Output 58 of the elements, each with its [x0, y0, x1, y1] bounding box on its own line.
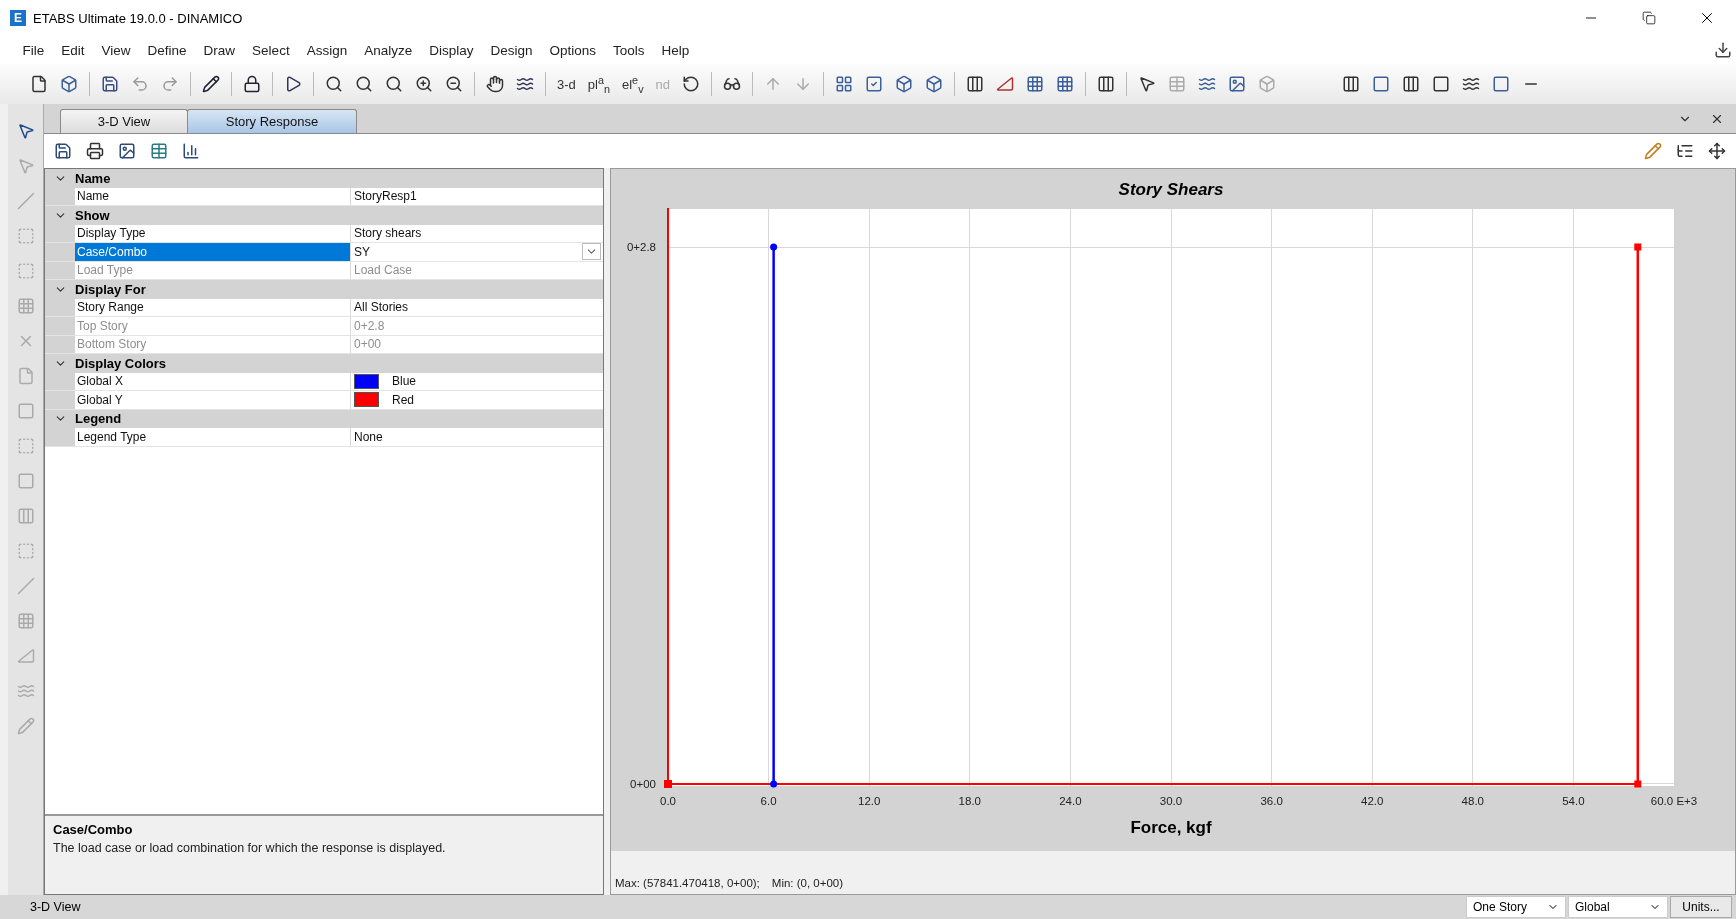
app-logo: E	[10, 10, 26, 26]
category-header: Show	[75, 207, 110, 223]
category-header: Legend	[75, 411, 122, 427]
data-point	[770, 243, 778, 251]
units-button[interactable]: Units...	[1670, 896, 1732, 918]
description-title: Case/Combo	[53, 822, 134, 837]
x-tick-label: 0.0	[660, 795, 676, 807]
menu-item[interactable]: Draw	[195, 42, 244, 58]
x-tick-label: 54.0	[1562, 795, 1585, 807]
story-dropdown[interactable]: One Story	[1466, 896, 1566, 918]
x-tick-label: 18.0	[958, 795, 981, 807]
property-label[interactable]: Legend Type	[75, 428, 351, 446]
property-value: None	[351, 428, 603, 446]
y-category-label: 0+00	[630, 778, 656, 790]
origin-marker	[664, 780, 672, 788]
category-header: Display Colors	[75, 355, 167, 371]
x-tick-label: 6.0	[760, 795, 777, 807]
coordinate-dropdown[interactable]: Global	[1568, 896, 1668, 918]
dropdown-button[interactable]	[582, 243, 601, 261]
tab[interactable]: Story Response	[187, 109, 357, 133]
menu-item[interactable]: Define	[139, 42, 196, 58]
data-point	[1634, 243, 1642, 251]
menu-item[interactable]: Tools	[604, 42, 654, 58]
menu-item[interactable]: Design	[481, 42, 541, 58]
menu-item[interactable]: File	[14, 42, 53, 58]
chart-title: Story Shears	[1118, 180, 1224, 199]
menu-item[interactable]: Assign	[298, 42, 356, 58]
restore-icon[interactable]	[1642, 11, 1656, 25]
x-tick-label: 36.0	[1260, 795, 1283, 807]
x-tick-label: 48.0	[1461, 795, 1484, 807]
tab[interactable]: 3-D View	[60, 109, 188, 133]
property-value: 0+2.8	[351, 317, 603, 335]
menu-item[interactable]: Help	[653, 42, 698, 58]
property-label[interactable]: Case/Combo	[75, 243, 351, 261]
x-tick-label: 30.0	[1159, 795, 1183, 807]
x-tick-label: 42.0	[1361, 795, 1384, 807]
menu-item[interactable]: View	[93, 42, 140, 58]
status-text: 3-D View	[30, 900, 82, 914]
category-header: Display For	[75, 281, 146, 297]
data-point	[770, 780, 778, 788]
y-category-label: 0+2.8	[626, 241, 656, 253]
x-tick-label: 12.0	[858, 795, 881, 807]
description-text: The load case or load combination for which the response is displayed.	[53, 841, 447, 855]
x-tick-label: 24.0	[1059, 795, 1082, 807]
property-label[interactable]: Global Y	[75, 391, 351, 409]
view-button[interactable]: 3-d	[553, 76, 580, 92]
menu-item[interactable]: Analyze	[355, 42, 421, 58]
category-header: Name	[75, 170, 111, 186]
menu-item[interactable]: Display	[420, 42, 482, 58]
min-value-text: Min: (0, 0+00)	[771, 877, 844, 889]
window-title: ETABS Ultimate 19.0.0 - DINAMICO	[33, 10, 244, 26]
menu-item[interactable]: Options	[541, 42, 605, 58]
max-value-text: Max: (57841.470418, 0+00);	[615, 877, 760, 889]
menu-item[interactable]: Edit	[52, 42, 94, 58]
x-tick-label: 60.0 E+3	[1650, 795, 1698, 807]
menu-item[interactable]: Select	[243, 42, 299, 58]
x-axis-title: Force, kgf	[1130, 818, 1212, 837]
data-point	[1634, 780, 1642, 788]
